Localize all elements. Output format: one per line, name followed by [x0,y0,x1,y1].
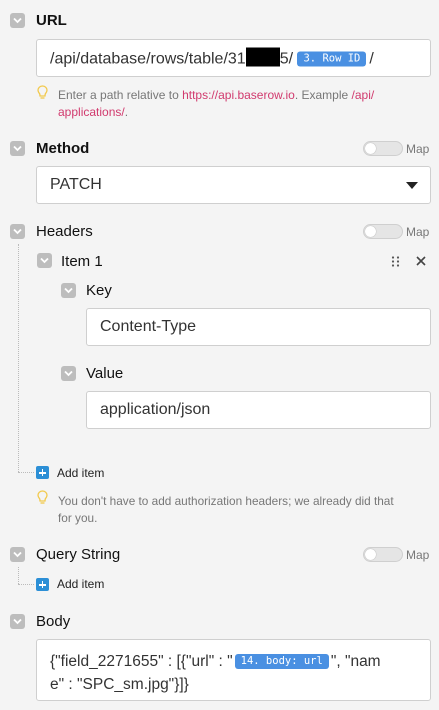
query-string-map-toggle[interactable] [363,547,403,562]
header-key-input[interactable]: Content-Type [86,308,431,346]
key-label: Key [86,282,112,299]
method-map-label: Map [406,142,430,156]
query-string-tree-branch [18,584,34,585]
body-line-1-start: {"field_2271655" : [{"url" : " [50,653,233,670]
url-hint-end: . [124,105,129,119]
query-string-tree-line [18,567,19,584]
body-url-tag[interactable]: 14. body: url [234,654,329,669]
headers-hint-line-1: You don't have to add authorization head… [58,494,394,508]
method-caret-down-icon [406,182,418,189]
url-hint-text: Enter a path relative to [58,88,183,102]
url-path-prefix: /api/database/rows/table/31 [50,50,246,68]
headers-hint: You don't have to add authorization head… [58,493,434,527]
body-section-label: Body [36,613,71,630]
url-hint-link[interactable]: https://api.baserow.io [182,88,295,102]
query-string-add-item-label[interactable]: Add item [57,577,104,591]
headers-map-label: Map [406,225,430,239]
header-value-value: application/json [100,401,211,418]
headers-map-toggle[interactable] [363,224,403,239]
item-1-label: Item 1 [61,253,103,270]
headers-section-label: Headers [36,223,93,240]
headers-collapse-chevron-down-icon[interactable] [10,224,25,239]
body-line-1-end: ", "nam [330,653,381,670]
url-section-label: URL [36,12,67,29]
url-trailing-slash: / [369,50,374,68]
body-content: {"field_2271655" : [{"url" : " 14. body: … [50,650,425,696]
body-line-2: e" : "SPC_sm.jpg"}]} [50,676,189,693]
url-hint: Enter a path relative to https://api.bas… [58,87,418,121]
query-string-add-item-plus-icon[interactable] [36,578,49,591]
url-row-id-tag[interactable]: 3. Row ID [297,51,367,67]
method-collapse-chevron-down-icon[interactable] [10,141,25,156]
headers-tree-branch [18,472,34,473]
query-string-map-label: Map [406,548,430,562]
method-map-toggle[interactable] [363,141,403,156]
headers-add-item-plus-icon[interactable] [36,466,49,479]
query-string-section-label: Query String [36,546,121,563]
method-section-label: Method [36,140,90,157]
method-selected-value: PATCH [50,176,102,193]
url-redacted-block [245,47,280,67]
url-hint-example-path-cont: applications/ [58,105,125,119]
headers-hint-line-2: for you. [58,511,98,525]
item-1-collapse-chevron-down-icon[interactable] [37,253,52,268]
url-collapse-chevron-down-icon[interactable] [10,13,25,28]
url-hint-example-path: /api/ [351,88,375,102]
header-value-input[interactable]: application/json [86,391,431,429]
value-collapse-chevron-down-icon[interactable] [61,366,76,381]
key-collapse-chevron-down-icon[interactable] [61,283,76,298]
url-input[interactable]: /api/database/rows/table/31 5/ 3. Row ID / [36,39,431,77]
item-1-drag-handle-icon[interactable] [391,256,400,267]
value-label: Value [86,365,124,382]
headers-tree-line [18,244,19,472]
headers-hint-lightbulb-icon [37,490,48,504]
item-1-close-icon[interactable] [416,256,426,266]
body-input[interactable]: {"field_2271655" : [{"url" : " 14. body: … [36,639,431,701]
method-select[interactable]: PATCH [36,166,431,204]
header-key-value: Content-Type [100,318,197,335]
url-path-suffix: 5/ [279,50,294,68]
body-collapse-chevron-down-icon[interactable] [10,614,25,629]
url-hint-lightbulb-icon [37,85,48,99]
headers-add-item-label[interactable]: Add item [57,466,104,480]
query-string-collapse-chevron-down-icon[interactable] [10,547,25,562]
url-hint-example: . Example [294,88,352,102]
